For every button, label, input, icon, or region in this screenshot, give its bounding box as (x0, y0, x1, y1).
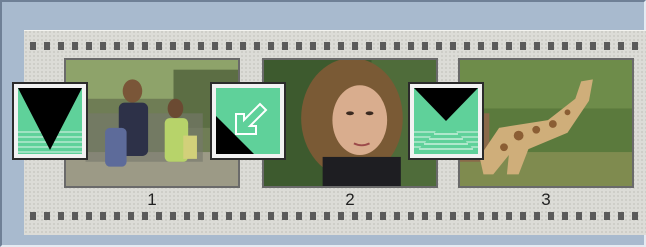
transition-button-1[interactable] (12, 82, 88, 160)
filmstrip-perforations-top (24, 42, 646, 50)
clip-number-1: 1 (147, 190, 157, 209)
filmstrip-perforations-bottom (24, 212, 646, 220)
clip-image-giraffe (460, 60, 632, 186)
diagonal-arrow-wipe-icon (216, 88, 280, 154)
clip-thumbnail-3[interactable] (458, 58, 634, 188)
hourglass-wipe-icon (414, 88, 478, 154)
transition-button-2[interactable] (210, 82, 286, 160)
wipe-down-triangle-icon (18, 88, 82, 154)
clip-number-3: 3 (541, 190, 551, 209)
transition-button-3[interactable] (408, 82, 484, 160)
storyboard-panel: 1 2 3 (0, 0, 646, 247)
clip-number-2: 2 (345, 190, 355, 209)
